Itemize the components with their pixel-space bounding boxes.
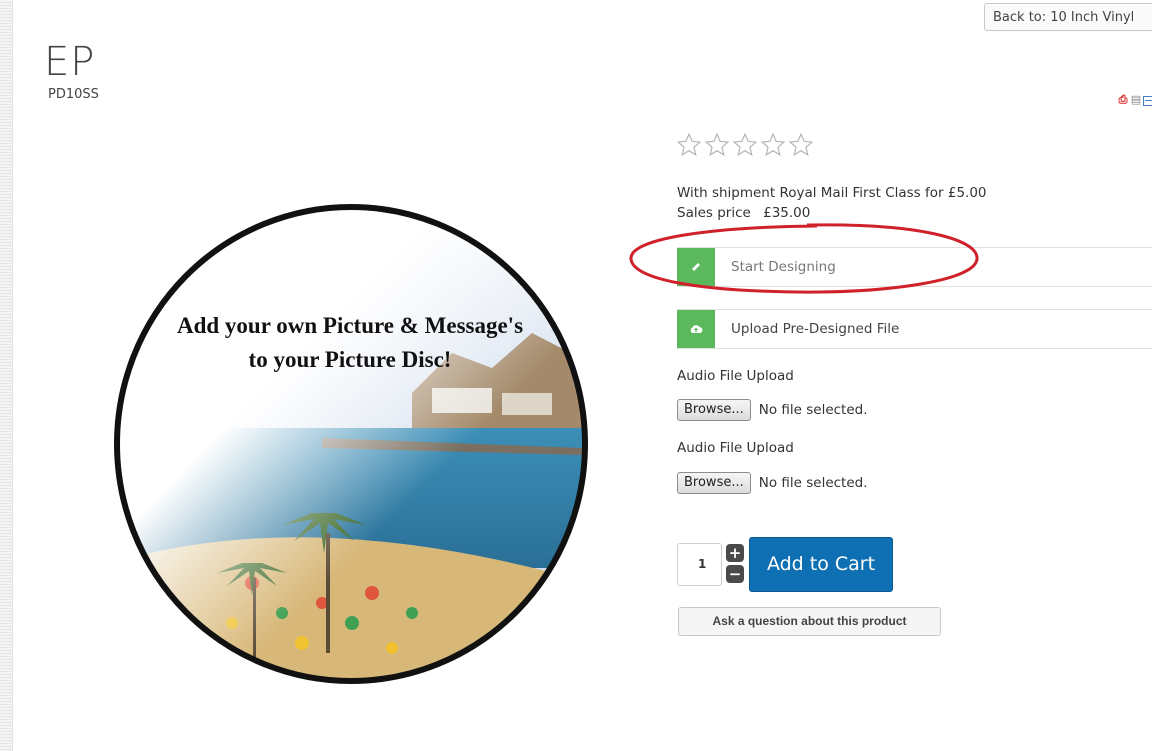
page-title: EP — [44, 38, 96, 85]
audio-upload-label: Audio File Upload — [677, 440, 794, 456]
star-empty-icon — [788, 132, 814, 156]
file-status: No file selected. — [758, 402, 868, 418]
print-icon[interactable]: ▤ — [1130, 94, 1142, 106]
audio-file-input[interactable]: Browse... No file selected. — [677, 472, 868, 494]
product-tools: ⎙ ▤ — [1117, 94, 1152, 106]
cloud-upload-icon — [677, 310, 715, 348]
highlight-annotation-oval — [629, 223, 979, 294]
price-value: £35.00 — [763, 205, 811, 221]
product-image[interactable]: Add your own Picture & Message's to your… — [112, 203, 590, 685]
price-label: Sales price — [677, 205, 751, 221]
browse-button[interactable]: Browse... — [677, 472, 751, 494]
audio-upload-label: Audio File Upload — [677, 368, 794, 384]
star-empty-icon — [760, 132, 786, 156]
ask-question-button[interactable]: Ask a question about this product — [678, 607, 941, 636]
rating-stars — [676, 132, 814, 158]
upload-predesigned-button[interactable]: Upload Pre-Designed File — [677, 309, 1152, 349]
star-empty-icon — [676, 132, 702, 156]
pdf-icon[interactable]: ⎙ — [1117, 94, 1129, 106]
shipping-info: With shipment Royal Mail First Class for… — [677, 185, 987, 201]
sales-price: Sales price £35.00 — [677, 205, 810, 221]
star-empty-icon — [704, 132, 730, 156]
upload-predesigned-label: Upload Pre-Designed File — [731, 321, 900, 337]
quantity-minus-button[interactable]: − — [726, 565, 744, 583]
product-sku: PD10SS — [48, 87, 99, 102]
email-icon[interactable] — [1143, 96, 1152, 106]
add-to-cart-button[interactable]: Add to Cart — [749, 537, 893, 592]
quantity-plus-button[interactable]: + — [726, 544, 744, 562]
left-page-edge — [0, 0, 13, 751]
image-caption-line2: to your Picture Disc! — [249, 347, 452, 372]
image-caption-line1: Add your own Picture & Message's — [177, 313, 523, 338]
file-status: No file selected. — [758, 475, 868, 491]
browse-button[interactable]: Browse... — [677, 399, 751, 421]
audio-file-input[interactable]: Browse... No file selected. — [677, 399, 868, 421]
back-to-category-button[interactable]: Back to: 10 Inch Vinyl — [984, 3, 1152, 31]
quantity-input[interactable]: 1 — [677, 543, 722, 586]
star-empty-icon — [732, 132, 758, 156]
